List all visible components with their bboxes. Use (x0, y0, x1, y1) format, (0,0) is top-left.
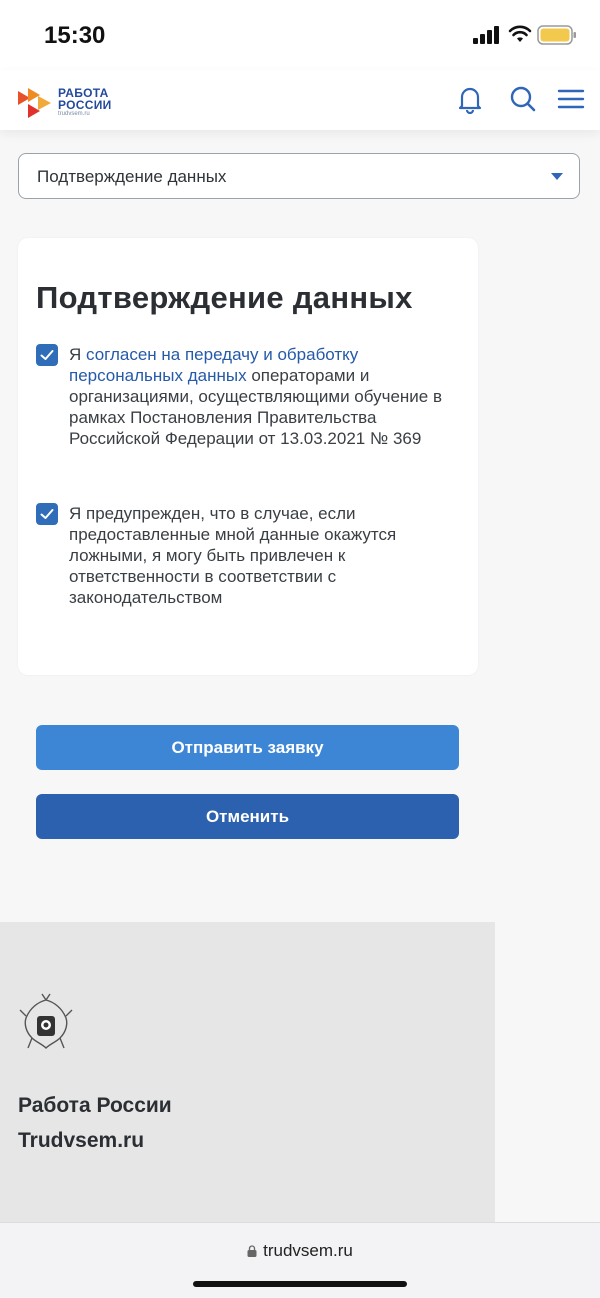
consent-checkbox-personal-data[interactable] (36, 344, 58, 366)
coat-of-arms-icon (19, 993, 73, 1049)
checkmark-icon (40, 350, 54, 360)
site-footer: Работа России Trudvsem.ru (0, 922, 495, 1222)
consent-checkbox-liability[interactable] (36, 503, 58, 525)
status-bar: 15:30 (0, 0, 600, 70)
lock-icon (247, 1245, 257, 1257)
bell-icon[interactable] (455, 84, 485, 114)
site-header: РАБОТА РОССИИ trudvsem.ru (0, 70, 600, 130)
url-text: trudvsem.ru (263, 1241, 353, 1260)
consent-text-liability: Я предупрежден, что в случае, если предо… (69, 504, 397, 607)
section-select[interactable]: Подтверждение данных (18, 153, 580, 199)
cellular-signal-icon (473, 26, 499, 44)
logo-text-line3: trudvsem.ru (58, 111, 90, 117)
wifi-icon (508, 25, 532, 42)
site-logo[interactable]: РАБОТА РОССИИ trudvsem.ru (18, 80, 128, 120)
submit-application-button[interactable]: Отправить заявку (36, 725, 459, 770)
caret-down-icon (551, 173, 563, 180)
menu-icon[interactable] (556, 84, 586, 114)
browser-address-bar: trudvsem.ru (0, 1222, 600, 1298)
search-icon[interactable] (508, 84, 538, 114)
battery-icon (537, 25, 576, 45)
consent-text-personal-data: Я согласен на передачу и обработку персо… (69, 344, 459, 449)
cancel-button[interactable]: Отменить (36, 794, 459, 839)
card-title: Подтверждение данных (36, 280, 413, 315)
logo-text-line2: РОССИИ (58, 98, 112, 112)
confirmation-card: Подтверждение данных Я согласен на перед… (18, 238, 478, 675)
url-display[interactable]: trudvsem.ru (0, 1241, 600, 1261)
home-indicator[interactable] (193, 1281, 407, 1287)
section-select-value: Подтверждение данных (37, 167, 227, 186)
logo-mark-icon (18, 88, 51, 118)
checkmark-icon (40, 509, 54, 519)
status-time: 15:30 (44, 22, 106, 49)
footer-title: Работа России (18, 1094, 172, 1117)
footer-site[interactable]: Trudvsem.ru (18, 1129, 144, 1153)
consent-prefix: Я (69, 345, 86, 364)
